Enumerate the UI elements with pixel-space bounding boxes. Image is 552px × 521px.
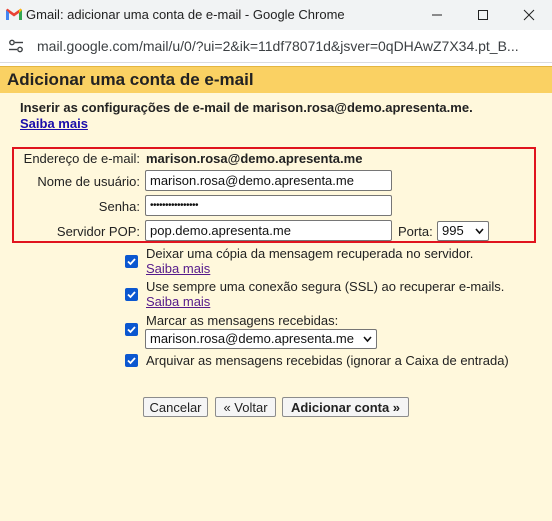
label-select[interactable]: marison.rosa@demo.apresenta.me <box>145 329 377 349</box>
label-selected-value: marison.rosa@demo.apresenta.me <box>150 331 354 346</box>
url-text[interactable]: mail.google.com/mail/u/0/?ui=2&ik=11df78… <box>37 38 547 54</box>
leave-copy-label: Deixar uma cópia da mensagem recuperada … <box>146 246 474 261</box>
cancel-button[interactable]: Cancelar <box>143 397 208 417</box>
minimize-button[interactable] <box>414 0 460 30</box>
address-bar[interactable]: mail.google.com/mail/u/0/?ui=2&ik=11df78… <box>0 30 552 63</box>
checkmark-icon <box>127 357 136 365</box>
dialog-title: Adicionar uma conta de e-mail <box>7 70 254 89</box>
site-info-icon[interactable] <box>8 39 24 53</box>
add-account-button[interactable]: Adicionar conta » <box>282 397 409 417</box>
email-label: Endereço de e-mail: <box>23 151 140 166</box>
leave-copy-learn-more-link[interactable]: Saiba mais <box>146 261 210 276</box>
port-select[interactable]: 995 <box>437 221 489 241</box>
maximize-button[interactable] <box>460 0 506 30</box>
chevron-down-icon <box>475 228 484 235</box>
learn-more-link[interactable]: Saiba mais <box>20 116 88 131</box>
ssl-checkbox[interactable] <box>125 288 138 301</box>
port-selected-value: 995 <box>442 223 464 238</box>
checkmark-icon <box>127 326 136 334</box>
label-messages-checkbox[interactable] <box>125 323 138 336</box>
username-input[interactable] <box>145 170 392 191</box>
email-value: marison.rosa@demo.apresenta.me <box>146 151 363 166</box>
label-messages-label: Marcar as mensagens recebidas: <box>146 313 339 328</box>
pop-server-label: Servidor POP: <box>56 224 140 239</box>
password-input[interactable]: •••••••••••••••• <box>145 195 392 216</box>
maximize-icon <box>478 10 488 20</box>
instructions-text: Inserir as configurações de e-mail de ma… <box>20 100 473 115</box>
password-label: Senha: <box>98 199 140 214</box>
checkmark-icon <box>127 258 136 266</box>
window-title: Gmail: adicionar uma conta de e-mail - G… <box>26 7 345 22</box>
archive-label: Arquivar as mensagens recebidas (ignorar… <box>146 353 509 368</box>
back-button[interactable]: « Voltar <box>215 397 276 417</box>
leave-copy-checkbox[interactable] <box>125 255 138 268</box>
gmail-logo-icon <box>6 8 22 20</box>
username-label: Nome de usuário: <box>37 174 140 189</box>
dialog-body: Inserir as configurações de e-mail de ma… <box>0 93 552 521</box>
close-window-button[interactable] <box>506 0 552 30</box>
close-icon <box>523 9 535 21</box>
dialog-header: Adicionar uma conta de e-mail <box>0 66 552 93</box>
minimize-icon <box>432 14 442 16</box>
port-label: Porta: <box>398 224 433 239</box>
browser-title-bar: Gmail: adicionar uma conta de e-mail - G… <box>0 0 552 30</box>
ssl-learn-more-link[interactable]: Saiba mais <box>146 294 210 309</box>
checkmark-icon <box>127 291 136 299</box>
chevron-down-icon <box>363 336 372 343</box>
archive-checkbox[interactable] <box>125 354 138 367</box>
pop-server-input[interactable] <box>145 220 392 241</box>
ssl-label: Use sempre uma conexão segura (SSL) ao r… <box>146 279 505 294</box>
